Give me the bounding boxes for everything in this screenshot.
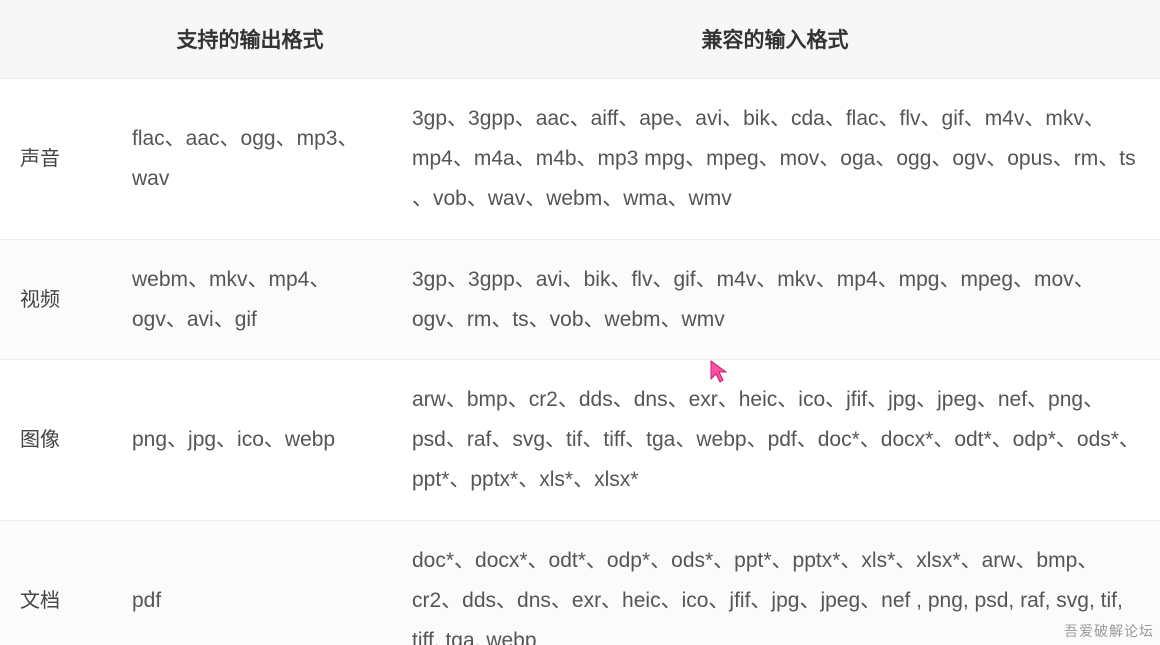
table-header-row: 支持的输出格式 兼容的输入格式 bbox=[0, 0, 1160, 79]
header-output: 支持的输出格式 bbox=[110, 0, 390, 79]
header-input: 兼容的输入格式 bbox=[390, 0, 1160, 79]
cell-output: flac、aac、ogg、mp3、wav bbox=[110, 79, 390, 240]
cell-input: doc*、docx*、odt*、odp*、ods*、ppt*、pptx*、xls… bbox=[390, 521, 1160, 645]
formats-table: 支持的输出格式 兼容的输入格式 声音 flac、aac、ogg、mp3、wav … bbox=[0, 0, 1160, 645]
cell-output: png、jpg、ico、webp bbox=[110, 360, 390, 521]
table-row: 视频 webm、mkv、mp4、ogv、avi、gif 3gp、3gpp、avi… bbox=[0, 239, 1160, 360]
cell-input: 3gp、3gpp、aac、aiff、ape、avi、bik、cda、flac、f… bbox=[390, 79, 1160, 240]
cell-output: webm、mkv、mp4、ogv、avi、gif bbox=[110, 239, 390, 360]
cell-category: 声音 bbox=[0, 79, 110, 240]
cell-category: 文档 bbox=[0, 521, 110, 645]
cell-input: arw、bmp、cr2、dds、dns、exr、heic、ico、jfif、jp… bbox=[390, 360, 1160, 521]
cell-output: pdf bbox=[110, 521, 390, 645]
table-row: 文档 pdf doc*、docx*、odt*、odp*、ods*、ppt*、pp… bbox=[0, 521, 1160, 645]
cell-input: 3gp、3gpp、avi、bik、flv、gif、m4v、mkv、mp4、mpg… bbox=[390, 239, 1160, 360]
table-row: 声音 flac、aac、ogg、mp3、wav 3gp、3gpp、aac、aif… bbox=[0, 79, 1160, 240]
table-row: 图像 png、jpg、ico、webp arw、bmp、cr2、dds、dns、… bbox=[0, 360, 1160, 521]
cell-category: 图像 bbox=[0, 360, 110, 521]
cell-category: 视频 bbox=[0, 239, 110, 360]
header-category bbox=[0, 0, 110, 79]
